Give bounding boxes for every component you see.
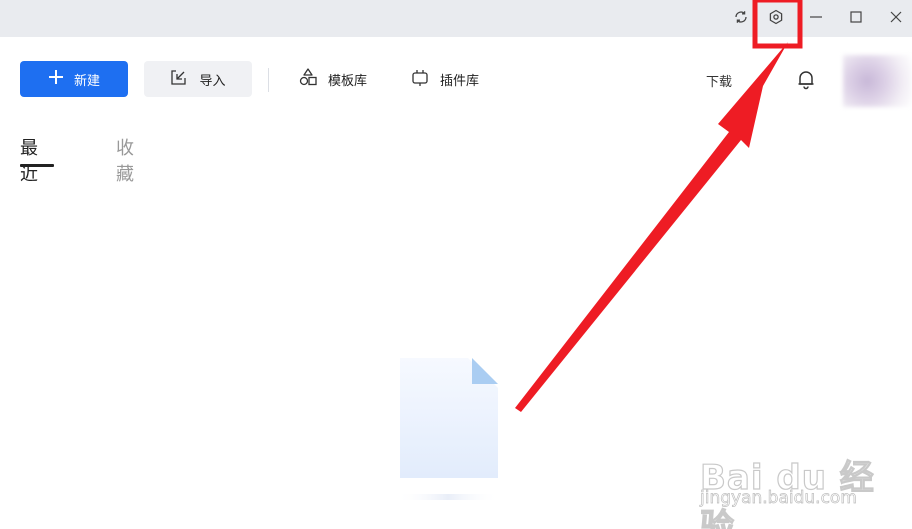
plugins-label: 插件库	[440, 73, 480, 89]
avatar[interactable]	[843, 55, 912, 107]
close-icon[interactable]	[883, 6, 909, 28]
bell-icon[interactable]	[795, 68, 817, 90]
new-button[interactable]: 新建	[20, 61, 128, 97]
empty-state-illustration	[396, 356, 500, 506]
tab-active-indicator	[20, 164, 54, 167]
watermark: Bai du 经验 jingyan.baidu.com	[699, 428, 905, 529]
maximize-icon[interactable]	[843, 6, 869, 28]
sync-icon[interactable]	[728, 6, 754, 28]
templates-link[interactable]: 模板库	[298, 68, 367, 90]
toolbar-divider	[268, 68, 269, 92]
download-link[interactable]: 下载	[706, 71, 732, 90]
title-bar	[0, 0, 912, 37]
tab-favorites[interactable]: 收藏	[116, 134, 134, 186]
minimize-icon[interactable]	[803, 6, 829, 28]
shapes-icon	[298, 67, 318, 91]
plugin-icon	[410, 67, 430, 91]
settings-gear-icon[interactable]	[763, 6, 789, 28]
import-icon	[170, 69, 187, 90]
import-button-label: 导入	[199, 73, 226, 89]
import-button[interactable]: 导入	[144, 61, 252, 97]
watermark-line2: jingyan.baidu.com	[700, 488, 858, 509]
app-window: 新建 导入 模板库 插件库 下载 最近 收藏 Bai du 经验 jingyan…	[0, 0, 912, 529]
tab-recent[interactable]: 最近	[20, 134, 38, 186]
plugins-link[interactable]: 插件库	[410, 68, 479, 90]
templates-label: 模板库	[328, 73, 368, 89]
toolbar: 新建 导入 模板库 插件库 下载	[0, 37, 912, 122]
plus-icon	[48, 69, 64, 89]
new-button-label: 新建	[73, 73, 100, 89]
